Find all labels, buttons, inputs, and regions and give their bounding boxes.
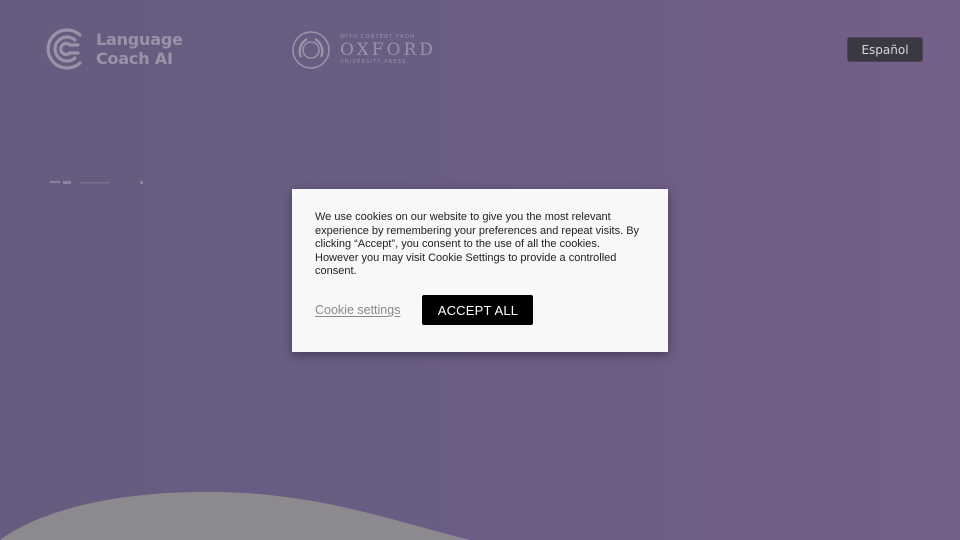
cookie-actions: Cookie settings ACCEPT ALL [315, 295, 534, 325]
bottom-wave-shape [0, 491, 470, 540]
page-background: Language Coach AI with content from OXFO… [0, 0, 960, 540]
logo-line-1: Language [96, 30, 183, 49]
logo-text: Language Coach AI [96, 30, 183, 68]
cookie-settings-link[interactable]: Cookie settings [315, 303, 400, 317]
partner-sub-text: UNIVERSITY PRESS [340, 59, 407, 65]
language-coach-c-icon [46, 28, 82, 70]
language-switch-button[interactable]: Español [847, 37, 923, 62]
partner-text: with content from OXFORD UNIVERSITY PRES… [340, 34, 436, 66]
oxford-laurel-icon [292, 31, 330, 69]
logo-line-2: Coach AI [96, 49, 173, 68]
oxford-partner-logo: with content from OXFORD UNIVERSITY PRES… [290, 29, 436, 71]
partner-oxford-text: OXFORD [340, 40, 436, 60]
cookie-consent-dialog: We use cookies on our website to give yo… [292, 189, 668, 352]
faded-heading-remnant [50, 181, 143, 184]
cookie-message: We use cookies on our website to give yo… [315, 211, 640, 278]
language-coach-logo[interactable]: Language Coach AI [44, 25, 183, 73]
accept-all-button[interactable]: ACCEPT ALL [422, 295, 534, 325]
